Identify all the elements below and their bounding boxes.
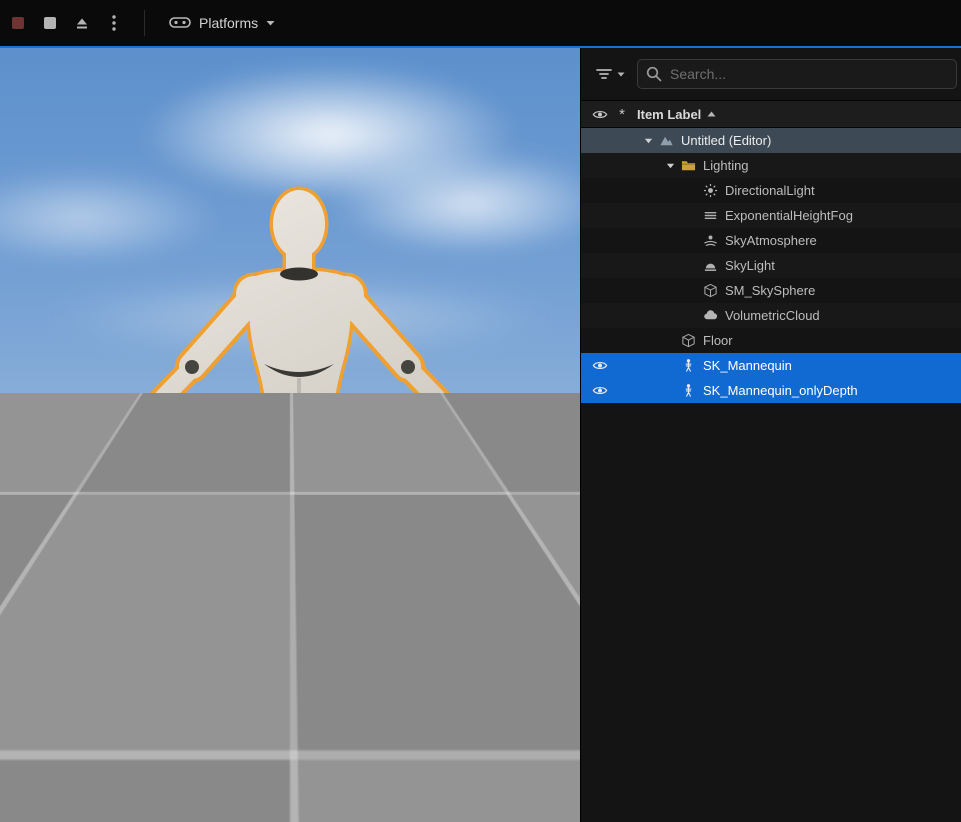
eject-button[interactable]: [67, 8, 97, 38]
mannequin-body[interactable]: [101, 190, 498, 750]
outliner-row[interactable]: SkyAtmosphere: [581, 228, 961, 253]
static-mesh-icon: [700, 283, 720, 298]
row-label: Floor: [703, 333, 733, 348]
skeletal-mesh-icon: [678, 383, 698, 398]
toolbar-separator: [144, 10, 145, 36]
item-label-column-header[interactable]: Item Label: [637, 107, 716, 122]
outliner-row[interactable]: ExponentialHeightFog: [581, 203, 961, 228]
directional-light-icon: [700, 183, 720, 198]
row-label: SkyAtmosphere: [725, 233, 817, 248]
chevron-down-icon: [266, 20, 275, 26]
expand-arrow-icon[interactable]: [663, 161, 678, 170]
outliner-row[interactable]: Lighting: [581, 153, 961, 178]
row-label: Untitled (Editor): [681, 133, 771, 148]
folder-icon: [678, 158, 698, 173]
row-label: DirectionalLight: [725, 183, 815, 198]
outliner-row[interactable]: SkyLight: [581, 253, 961, 278]
level-icon: [656, 133, 676, 148]
kebab-icon: [112, 15, 116, 31]
outliner-column-header: * Item Label: [581, 100, 961, 128]
gizmo-y-handle: [297, 762, 313, 778]
eject-icon: [74, 15, 90, 31]
platforms-label: Platforms: [199, 15, 258, 31]
level-viewport[interactable]: [0, 48, 580, 822]
gamepad-icon: [169, 16, 191, 30]
chevron-down-icon: [617, 72, 625, 77]
row-label: SkyLight: [725, 258, 775, 273]
square-button[interactable]: [35, 8, 65, 38]
gizmo-x-arrow: [414, 739, 432, 754]
outliner-rows: Untitled (Editor) Lighting DirectionalLi…: [581, 128, 961, 822]
search-input[interactable]: [637, 59, 957, 89]
outliner-search-row: [581, 48, 961, 100]
outliner-row[interactable]: Floor: [581, 328, 961, 353]
fog-icon: [700, 208, 720, 223]
viewport-corner-shade: [470, 662, 580, 822]
kebab-menu-button[interactable]: [99, 8, 129, 38]
row-label: VolumetricCloud: [725, 308, 820, 323]
row-label: Lighting: [703, 158, 749, 173]
main-toolbar: Platforms: [0, 0, 961, 46]
gizmo-z-arrow: [297, 643, 313, 661]
visibility-column-eye-icon[interactable]: [589, 109, 611, 120]
stop-button[interactable]: [3, 8, 33, 38]
gizmo-center: [301, 733, 309, 741]
outliner-row[interactable]: SM_SkySphere: [581, 278, 961, 303]
search-box: [637, 59, 957, 89]
filter-icon: [595, 66, 613, 82]
square-icon: [44, 17, 56, 29]
row-label: SM_SkySphere: [725, 283, 815, 298]
outliner-row[interactable]: DirectionalLight: [581, 178, 961, 203]
world-outliner-panel: * Item Label Untitled (Editor) Lighting …: [580, 48, 961, 822]
sky-light-icon: [700, 258, 720, 273]
row-label: SK_Mannequin: [703, 358, 792, 373]
skeletal-mesh-icon: [678, 358, 698, 373]
stop-icon: [12, 17, 24, 29]
outliner-row[interactable]: VolumetricCloud: [581, 303, 961, 328]
visibility-eye-icon[interactable]: [589, 385, 611, 396]
filter-button[interactable]: [589, 62, 631, 86]
sky-atmosphere-icon: [700, 233, 720, 248]
cloud-icon: [700, 308, 720, 323]
static-mesh-icon: [678, 333, 698, 348]
row-label: SK_Mannequin_onlyDepth: [703, 383, 858, 398]
outliner-row[interactable]: SK_Mannequin_onlyDepth: [581, 378, 961, 403]
outliner-row[interactable]: SK_Mannequin: [581, 353, 961, 378]
pinned-column-star-icon[interactable]: *: [611, 106, 633, 123]
visibility-eye-icon[interactable]: [589, 360, 611, 371]
platforms-dropdown[interactable]: Platforms: [159, 6, 285, 40]
row-label: ExponentialHeightFog: [725, 208, 853, 223]
expand-arrow-icon[interactable]: [641, 136, 656, 145]
outliner-row[interactable]: Untitled (Editor): [581, 128, 961, 153]
sort-ascending-icon: [707, 111, 716, 117]
